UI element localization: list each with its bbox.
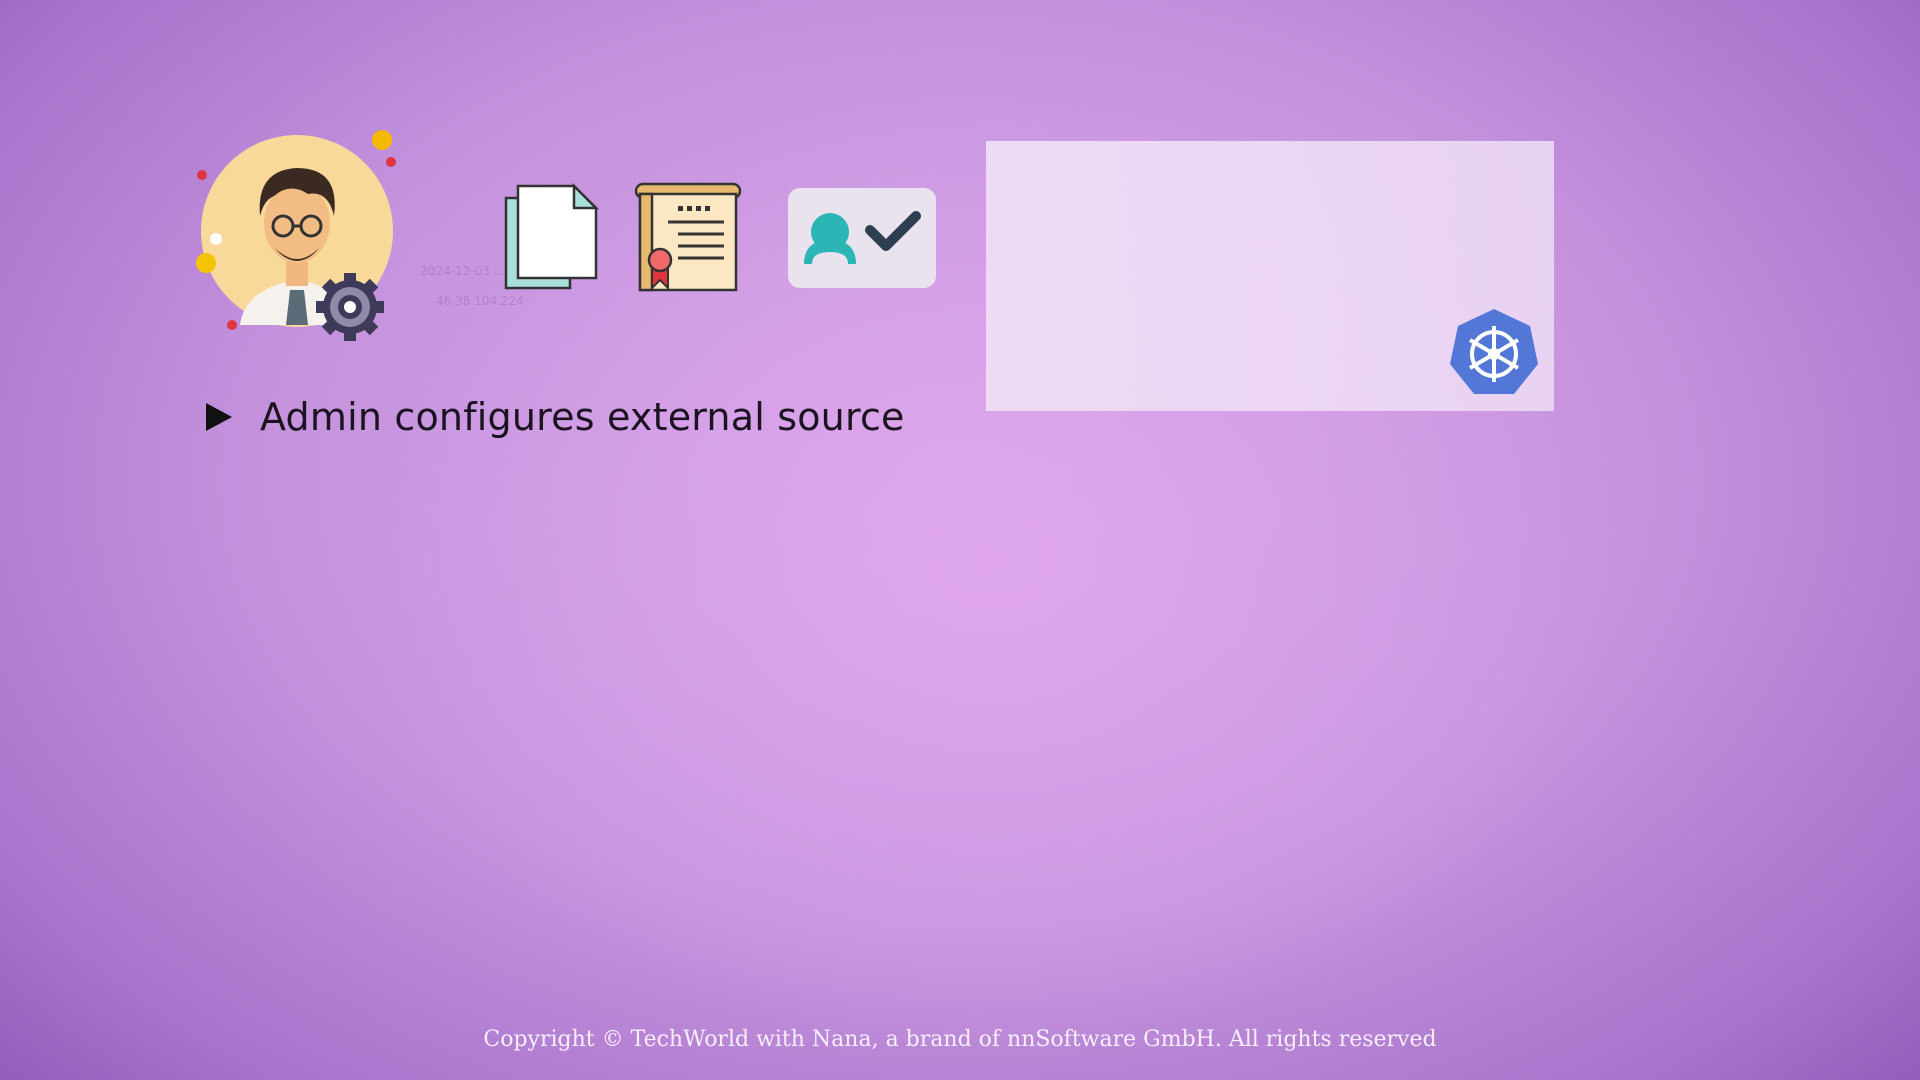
user-check-icon [788, 188, 936, 288]
cluster-panel [986, 141, 1554, 411]
kubernetes-icon [1448, 307, 1540, 397]
admin-avatar [190, 120, 410, 345]
bullet-text: Admin configures external source [260, 395, 905, 439]
play-arrow-icon [206, 403, 232, 431]
bullet-point: Admin configures external source [206, 392, 905, 442]
watermark-ip: 46.38.104.224 [436, 294, 524, 308]
copyright-footer: Copyright © TechWorld with Nana, a brand… [483, 1027, 1437, 1052]
admin-avatar-icon [196, 130, 396, 341]
certificate-icon [632, 180, 742, 295]
document-icon [500, 182, 602, 294]
